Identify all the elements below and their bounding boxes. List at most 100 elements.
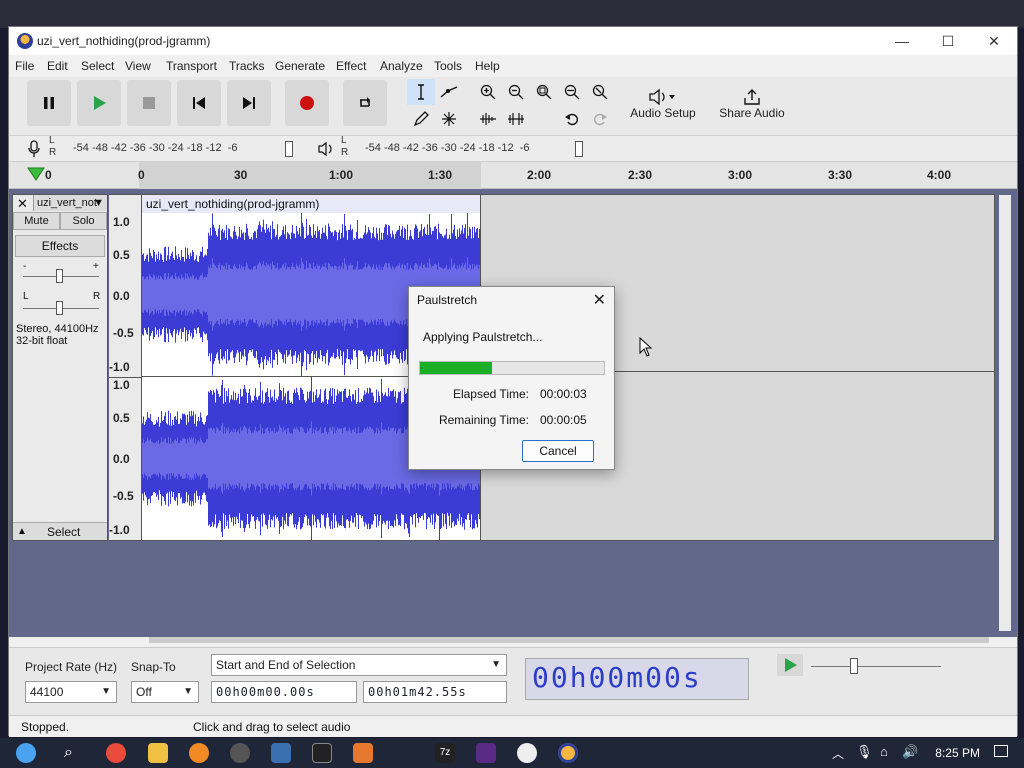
app-icon[interactable] xyxy=(353,743,373,763)
playback-meter-slider[interactable] xyxy=(575,141,583,157)
share-audio-button[interactable]: Share Audio xyxy=(715,80,789,128)
app-icon[interactable] xyxy=(271,743,291,763)
solo-button[interactable]: Solo xyxy=(60,212,107,230)
draw-tool[interactable] xyxy=(407,106,435,132)
track-menu-caret-icon: ▼ xyxy=(93,197,104,209)
skip-to-end-button[interactable] xyxy=(227,80,271,126)
tray-network-icon[interactable]: ⌂ xyxy=(880,744,888,759)
scale-label: -0.5 xyxy=(113,489,134,503)
chevron-down-icon: ▼ xyxy=(491,659,501,670)
effects-button[interactable]: Effects xyxy=(15,235,105,257)
play-button[interactable] xyxy=(77,80,121,126)
selection-mode-select[interactable]: Start and End of Selection ▼ xyxy=(211,654,507,676)
app-icon[interactable] xyxy=(476,743,496,763)
envelope-tool[interactable] xyxy=(435,79,463,105)
project-rate-select[interactable]: 44100 ▼ xyxy=(25,681,117,703)
remaining-time-value: 00:00:05 xyxy=(540,413,587,427)
multi-tool-icon xyxy=(442,112,456,126)
notification-icon[interactable] xyxy=(994,745,1008,757)
taskbar-clock[interactable]: 8:25 PM xyxy=(935,746,980,760)
menu-tracks[interactable]: Tracks xyxy=(229,59,265,73)
track-close-button[interactable]: ✕ xyxy=(17,196,28,212)
trim-audio-button[interactable] xyxy=(474,106,502,132)
selection-end-time[interactable]: 00h01m42.55s xyxy=(363,681,507,703)
chrome-icon[interactable] xyxy=(106,743,126,763)
snap-to-select[interactable]: Off ▼ xyxy=(131,681,199,703)
stop-button[interactable] xyxy=(127,80,171,126)
menu-select[interactable]: Select xyxy=(81,59,114,73)
selection-tool[interactable] xyxy=(407,79,435,105)
cancel-button[interactable]: Cancel xyxy=(522,440,594,462)
fit-selection-button[interactable] xyxy=(530,79,558,105)
menu-edit[interactable]: Edit xyxy=(47,59,68,73)
tray-microphone-icon[interactable]: 🎙 xyxy=(856,744,873,760)
loop-button[interactable] xyxy=(343,80,387,126)
silence-audio-button[interactable] xyxy=(502,106,530,132)
media-player-icon[interactable] xyxy=(517,743,537,763)
elapsed-time-value: 00:00:03 xyxy=(540,387,587,401)
record-button[interactable] xyxy=(285,80,329,126)
rec-meter-r: R xyxy=(49,147,57,158)
microphone-icon[interactable] xyxy=(27,140,41,158)
search-icon[interactable]: ⌕ xyxy=(64,743,84,763)
undo-button[interactable] xyxy=(558,106,586,132)
menu-generate[interactable]: Generate xyxy=(275,59,325,73)
timeline-ruler[interactable]: 0 0 30 1:00 1:30 2:00 2:30 3:00 3:30 4:0… xyxy=(9,161,1017,190)
play-at-speed-button[interactable] xyxy=(777,654,803,676)
audio-position-display[interactable]: 00h00m00s xyxy=(525,658,749,700)
zoom-out-button[interactable] xyxy=(502,79,530,105)
zoom-toggle-button[interactable] xyxy=(586,79,614,105)
skip-to-start-button[interactable] xyxy=(177,80,221,126)
pause-button[interactable] xyxy=(27,80,71,126)
pan-slider-handle[interactable] xyxy=(56,301,63,315)
audio-setup-button[interactable]: Audio Setup xyxy=(627,80,699,128)
dialog-close-icon[interactable]: ✕ xyxy=(593,290,606,310)
record-meter-scale[interactable]: -54 -48 -42 -36 -30 -24 -18 -12 -6 xyxy=(73,142,237,154)
audacity-taskbar-icon[interactable] xyxy=(558,743,578,763)
close-window-button[interactable]: ✕ xyxy=(971,27,1017,55)
minimize-button[interactable]: — xyxy=(879,27,925,55)
menu-transport[interactable]: Transport xyxy=(166,59,217,73)
fit-project-button[interactable] xyxy=(558,79,586,105)
track-name-menu[interactable]: uzi_vert_not ▼ xyxy=(33,195,107,211)
zoom-in-button[interactable] xyxy=(474,79,502,105)
menu-analyze[interactable]: Analyze xyxy=(380,59,423,73)
redo-button[interactable] xyxy=(586,106,614,132)
record-meter-slider[interactable] xyxy=(285,141,293,157)
playback-meter-scale[interactable]: -54 -48 -42 -36 -30 -24 -18 -12 -6 xyxy=(365,142,529,154)
menu-file[interactable]: File xyxy=(15,59,34,73)
maximize-button[interactable]: ☐ xyxy=(925,27,971,55)
scale-label: -1.0 xyxy=(109,523,130,537)
play-head-icon[interactable] xyxy=(27,166,45,182)
undo-icon xyxy=(565,113,578,126)
ruler-tick: 2:30 xyxy=(628,168,653,182)
start-button-icon[interactable] xyxy=(16,743,36,763)
terminal-icon[interactable] xyxy=(312,743,332,763)
horizontal-scrollbar[interactable] xyxy=(149,637,989,643)
7zip-icon[interactable]: 7z xyxy=(435,743,455,763)
firefox-icon[interactable] xyxy=(189,743,209,763)
pan-right-label: R xyxy=(93,291,101,302)
track-select-button[interactable]: ▲ Select xyxy=(13,522,107,540)
obs-icon[interactable] xyxy=(230,743,250,763)
selection-start-time[interactable]: 00h00m00.00s xyxy=(211,681,357,703)
menu-help[interactable]: Help xyxy=(475,59,500,73)
gain-slider-handle[interactable] xyxy=(56,269,63,283)
collapse-track-icon[interactable]: ▲ xyxy=(17,523,27,541)
vertical-scrollbar[interactable] xyxy=(999,195,1011,631)
mouse-cursor-icon xyxy=(639,337,653,357)
file-explorer-icon[interactable] xyxy=(148,743,168,763)
menu-effect[interactable]: Effect xyxy=(336,59,366,73)
tray-volume-icon[interactable]: 🔊 xyxy=(902,744,918,760)
track-name: uzi_vert_not xyxy=(37,197,97,209)
play-speed-slider-handle[interactable] xyxy=(850,658,858,674)
playback-speaker-icon[interactable] xyxy=(317,141,337,157)
clip-title[interactable]: uzi_vert_nothiding(prod-jgramm) xyxy=(142,195,480,213)
menu-view[interactable]: View xyxy=(125,59,151,73)
play-icon xyxy=(94,96,106,110)
speaker-dropdown-icon xyxy=(649,88,675,106)
tray-chevron-icon[interactable]: ︿ xyxy=(832,745,844,762)
mute-button[interactable]: Mute xyxy=(13,212,60,230)
multi-tool[interactable] xyxy=(435,106,463,132)
menu-tools[interactable]: Tools xyxy=(434,59,462,73)
